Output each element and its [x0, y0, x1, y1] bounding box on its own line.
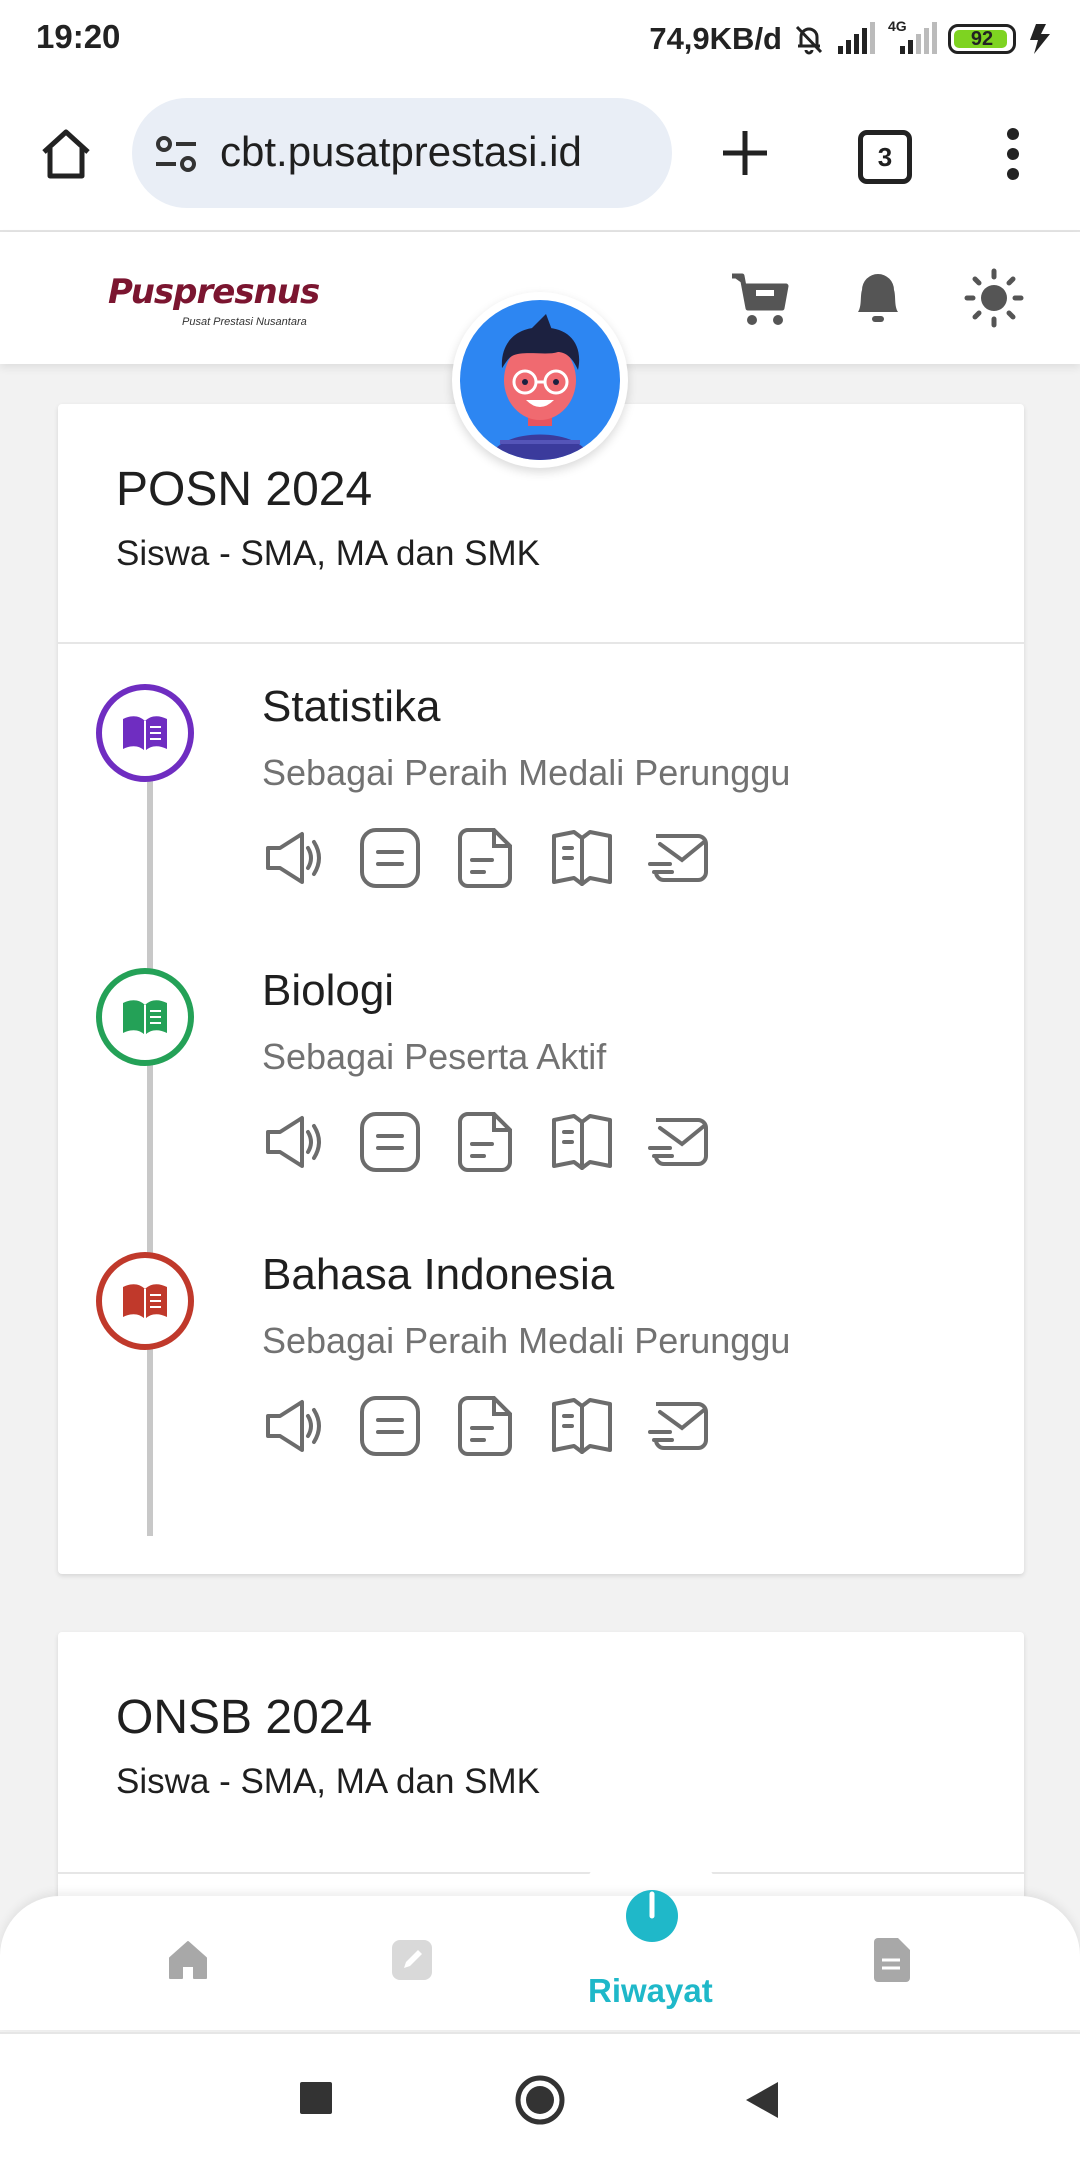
open-book-icon[interactable] — [550, 1394, 614, 1458]
home-icon[interactable] — [38, 126, 94, 182]
more-menu-icon[interactable] — [1000, 126, 1026, 182]
avatar-illustration — [490, 314, 590, 460]
subject-name: Statistika — [262, 682, 441, 731]
avatar[interactable] — [452, 292, 628, 468]
cart-icon[interactable] — [728, 270, 792, 330]
open-book-icon[interactable] — [550, 1110, 614, 1174]
file-icon[interactable] — [454, 1110, 518, 1174]
site-info-icon[interactable] — [154, 134, 198, 174]
mute-bell-icon — [795, 25, 823, 55]
battery-icon: 92 — [948, 24, 1016, 54]
back-button[interactable] — [742, 2078, 782, 2122]
mail-icon[interactable] — [646, 1394, 710, 1458]
book-icon — [123, 1000, 167, 1035]
edit-icon[interactable] — [390, 1938, 434, 1982]
signal-icon — [838, 22, 875, 54]
document-icon[interactable] — [872, 1936, 912, 1984]
signal-4g-icon: 4G — [886, 18, 938, 56]
nav-label-riwayat[interactable]: Riwayat — [588, 1972, 713, 2010]
bottom-nav — [0, 1896, 1080, 2030]
menu-doc-icon[interactable] — [358, 1110, 422, 1174]
tab-switcher-icon[interactable]: 3 — [858, 130, 912, 184]
event-title: POSN 2024 — [116, 463, 373, 516]
event-subtitle: Siswa - SMA, MA dan SMK — [116, 534, 541, 573]
subject-actions — [262, 826, 710, 890]
book-icon — [123, 1284, 167, 1319]
subject-role: Sebagai Peserta Aktif — [262, 1036, 607, 1077]
subject-marker-biologi — [96, 968, 194, 1066]
subject-marker-statistika — [96, 684, 194, 782]
subject-actions — [262, 1110, 710, 1174]
event-subtitle: Siswa - SMA, MA dan SMK — [116, 1762, 541, 1801]
history-icon[interactable] — [624, 1888, 680, 1944]
card-divider — [58, 642, 1024, 644]
address-bar[interactable]: cbt.pusatprestasi.id — [132, 98, 672, 208]
menu-doc-icon[interactable] — [358, 826, 422, 890]
home-button[interactable] — [514, 2074, 566, 2126]
timeline-line — [147, 740, 153, 1536]
status-icons: 74,9KB/d 4G 92 — [649, 14, 1056, 64]
recents-button[interactable] — [298, 2080, 334, 2116]
file-icon[interactable] — [454, 1394, 518, 1458]
tab-count: 3 — [877, 141, 893, 172]
event-title: ONSB 2024 — [116, 1691, 373, 1744]
subject-name: Biologi — [262, 966, 395, 1015]
theme-sun-icon[interactable] — [964, 268, 1024, 328]
subject-actions — [262, 1394, 710, 1458]
open-book-icon[interactable] — [550, 826, 614, 890]
home-icon[interactable] — [166, 1938, 210, 1982]
book-icon — [123, 716, 167, 751]
status-time: 19:20 — [36, 18, 121, 55]
brand-logo[interactable]: Puspresnus — [108, 272, 320, 312]
brand-tagline: Pusat Prestasi Nusantara — [182, 316, 307, 328]
subject-marker-bahasa-indonesia — [96, 1252, 194, 1350]
url-text: cbt.pusatprestasi.id — [220, 128, 582, 175]
subject-role: Sebagai Peraih Medali Perunggu — [262, 1320, 791, 1361]
event-card-onsb: ONSB 2024 Siswa - SMA, MA dan SMK — [58, 1632, 1024, 1932]
system-nav-bar — [0, 2032, 1080, 2162]
menu-doc-icon[interactable] — [358, 1394, 422, 1458]
mail-icon[interactable] — [646, 826, 710, 890]
battery-level: 92 — [970, 27, 994, 50]
subject-role: Sebagai Peraih Medali Perunggu — [262, 752, 791, 793]
status-bar: 19:20 74,9KB/d 4G 92 — [0, 0, 1080, 78]
card-divider — [58, 1872, 1024, 1874]
mail-icon[interactable] — [646, 1110, 710, 1174]
speaker-icon[interactable] — [262, 1110, 326, 1174]
file-icon[interactable] — [454, 826, 518, 890]
speaker-icon[interactable] — [262, 1394, 326, 1458]
speaker-icon[interactable] — [262, 826, 326, 890]
network-speed: 74,9KB/d — [649, 21, 782, 56]
charging-icon — [1030, 24, 1050, 54]
browser-toolbar: cbt.pusatprestasi.id 3 — [0, 78, 1080, 232]
bell-icon[interactable] — [852, 270, 904, 330]
new-tab-icon[interactable] — [720, 128, 770, 178]
subject-name: Bahasa Indonesia — [262, 1250, 615, 1299]
